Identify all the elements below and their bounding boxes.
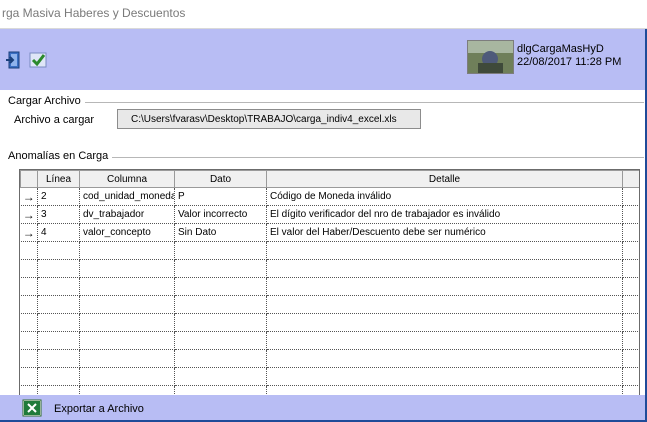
exit-door-icon: [6, 51, 20, 69]
header-linea[interactable]: Línea: [37, 170, 80, 188]
table-header-row: Línea Columna Dato Detalle: [20, 170, 639, 188]
confirm-button[interactable]: [28, 50, 48, 70]
form-name: dlgCargaMasHyD: [517, 43, 604, 55]
group-title-anomalias: Anomalías en Carga: [8, 150, 113, 162]
cell-linea: 2: [37, 187, 80, 206]
cell-columna: dv_trabajador: [79, 205, 175, 224]
file-path-field[interactable]: C:\Users\fvarasv\Desktop\TRABAJO\carga_i…: [117, 109, 421, 129]
table-row[interactable]: → 2 cod_unidad_moneda P Código de Moneda…: [20, 187, 639, 206]
cell-detalle: El valor del Haber/Descuento debe ser nu…: [266, 223, 623, 242]
excel-icon: [22, 399, 42, 417]
header-columna[interactable]: Columna: [79, 170, 175, 188]
cell-detalle: El dígito verificador del nro de trabaja…: [266, 205, 623, 224]
empty-row: [20, 367, 639, 386]
cell-linea: 4: [37, 223, 80, 242]
anomalies-grid[interactable]: Línea Columna Dato Detalle → 2 cod_unida…: [19, 169, 640, 403]
empty-row: [20, 349, 639, 368]
row-indicator-arrow-icon: →: [20, 187, 38, 206]
cell-dato: P: [174, 187, 267, 206]
row-indicator-arrow-icon: →: [20, 223, 38, 242]
cell-dato: Sin Dato: [174, 223, 267, 242]
table-row[interactable]: → 4 valor_concepto Sin Dato El valor del…: [20, 223, 639, 242]
cell-dato: Valor incorrecto: [174, 205, 267, 224]
group-title-cargar: Cargar Archivo: [8, 95, 85, 107]
cell-linea: 3: [37, 205, 80, 224]
row-indicator-arrow-icon: →: [20, 205, 38, 224]
empty-row: [20, 331, 639, 350]
anomalies-table: Línea Columna Dato Detalle → 2 cod_unida…: [20, 170, 639, 402]
exit-button[interactable]: [4, 50, 24, 70]
empty-row: [20, 241, 639, 260]
export-label[interactable]: Exportar a Archivo: [54, 403, 144, 415]
file-label: Archivo a cargar: [14, 114, 95, 126]
header-filler: [622, 170, 639, 188]
cell-detalle: Código de Moneda inválido: [266, 187, 623, 206]
header-detalle[interactable]: Detalle: [266, 170, 623, 188]
cell-columna: cod_unidad_moneda: [79, 187, 175, 206]
form-info: dlgCargaMasHyD 22/08/2017 11:28 PM: [517, 43, 621, 69]
empty-row: [20, 313, 639, 332]
empty-row: [20, 259, 639, 278]
cell-columna: valor_concepto: [79, 223, 175, 242]
checkmark-icon: [29, 52, 47, 68]
empty-row: [20, 277, 639, 296]
user-photo: [467, 40, 514, 74]
window-title: rga Masiva Haberes y Descuentos: [2, 6, 186, 20]
table-row[interactable]: → 3 dv_trabajador Valor incorrecto El dí…: [20, 205, 639, 224]
export-button[interactable]: [22, 399, 42, 417]
header-dato[interactable]: Dato: [174, 170, 267, 188]
group-border-cargar: [8, 102, 644, 103]
empty-row: [20, 295, 639, 314]
header-indicator: [20, 170, 38, 188]
timestamp: 22/08/2017 11:28 PM: [517, 56, 622, 68]
title-bar: rga Masiva Haberes y Descuentos: [0, 0, 647, 29]
